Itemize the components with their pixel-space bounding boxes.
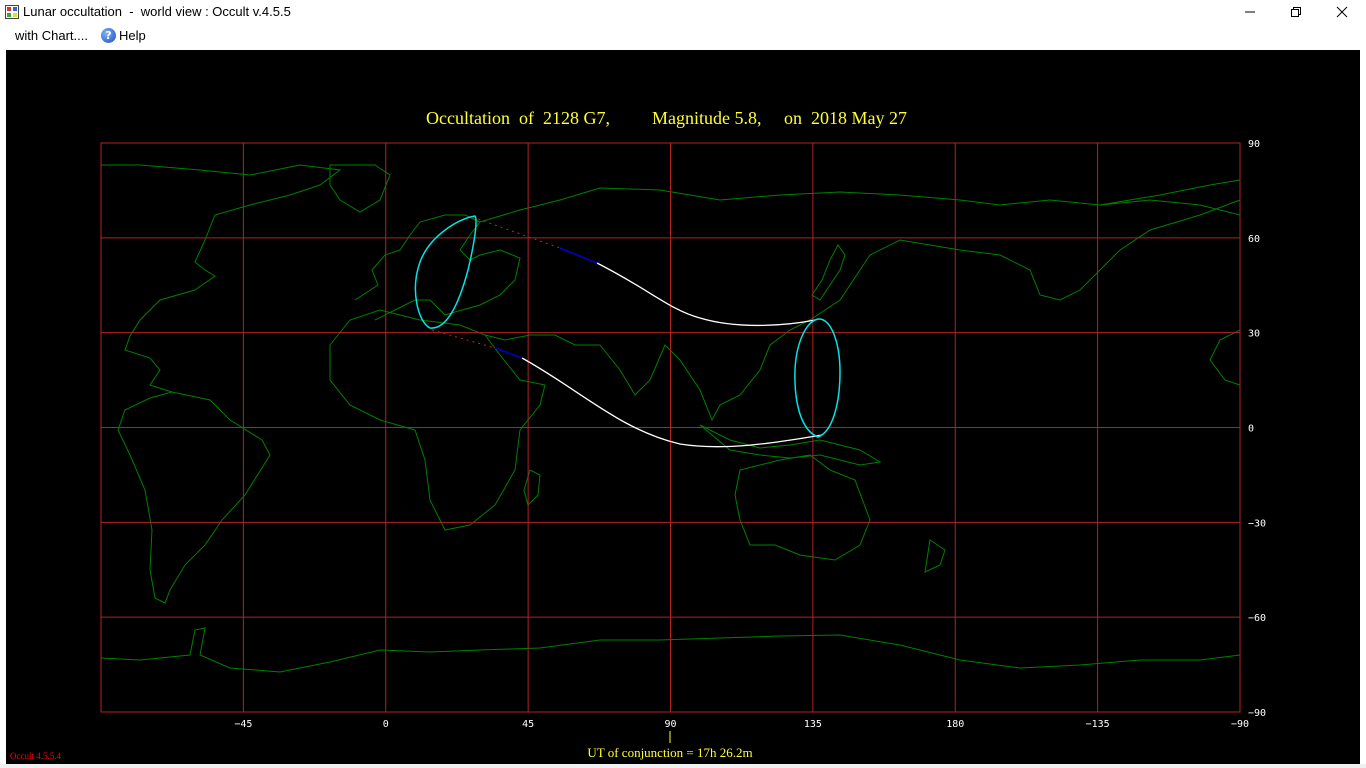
lat-tick-label: 0 — [1248, 424, 1254, 435]
lat-lon-grid: −45 0 45 90 135 180 −135 −90 90 60 30 0 −30 −60 −90 — [100, 139, 1266, 730]
occultation-chart: −45 0 45 90 135 180 −135 −90 90 60 30 0 −30 −60 −90 Oc… — [10, 108, 1266, 761]
coast-africa — [329, 309, 546, 531]
lat-tick-label: 90 — [1248, 139, 1260, 150]
coast-australia — [734, 454, 871, 561]
coast-new-zealand — [924, 539, 946, 573]
chart-title-part-1: Occultation of 2128 G7, — [426, 108, 610, 128]
lon-tick-label: −45 — [234, 719, 252, 730]
lon-tick-label: 135 — [804, 719, 822, 730]
lon-tick-label: −135 — [1086, 719, 1110, 730]
lat-tick-label: 60 — [1248, 234, 1260, 245]
path-northern-limit — [596, 262, 816, 327]
conjunction-label: UT of conjunction = 17h 26.2m — [587, 745, 752, 760]
coast-asia — [479, 179, 1241, 422]
path-southern-limit — [521, 357, 823, 448]
path-north-daylight-segment — [559, 247, 598, 264]
coast-madagascar — [523, 469, 541, 506]
lon-tick-label: 45 — [522, 719, 534, 730]
lon-tick-label: −90 — [1231, 719, 1249, 730]
coast-europe — [354, 214, 521, 321]
lat-tick-label: −30 — [1248, 518, 1266, 529]
lon-tick-label: 180 — [946, 719, 964, 730]
chart-title-part-2: Magnitude 5.8, — [652, 108, 762, 128]
coast-north-america-west — [1099, 199, 1241, 430]
lat-tick-label: −90 — [1248, 708, 1266, 719]
version-label: Occult 4.5.5.4 — [10, 751, 61, 761]
limit-curve-west — [414, 215, 477, 329]
coast-japan — [811, 244, 846, 301]
lon-tick-label: 0 — [383, 719, 389, 730]
coast-north-america-east — [101, 164, 342, 393]
window-bottom-border — [0, 764, 1366, 768]
lat-tick-label: −60 — [1248, 613, 1266, 624]
lon-tick-label: 90 — [664, 719, 676, 730]
occultation-path — [414, 215, 841, 448]
limit-curve-east — [794, 318, 841, 438]
path-north-dotted — [477, 218, 561, 249]
coast-indonesia — [699, 424, 882, 466]
lat-tick-label: 30 — [1248, 329, 1260, 340]
coast-greenland — [329, 164, 391, 213]
coast-south-america — [117, 391, 271, 604]
chart-title-part-3: on 2018 May 27 — [784, 108, 907, 128]
